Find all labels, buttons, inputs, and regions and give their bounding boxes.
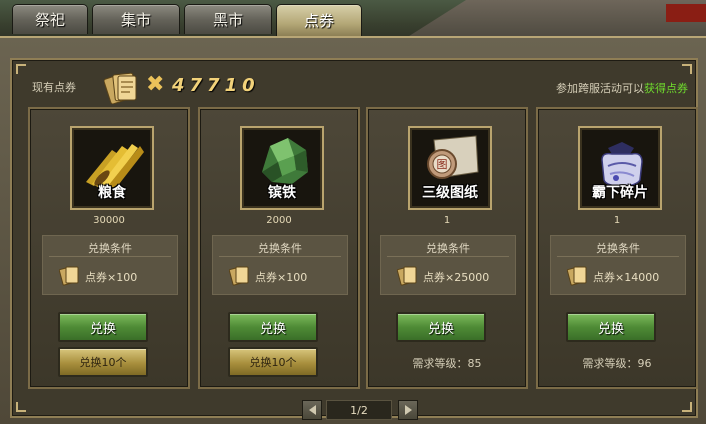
exchange-button[interactable]: 兑换 [228,312,318,342]
exchange-10-button[interactable]: 兑换10个 [228,347,318,377]
coupon-balance: 47710 [172,75,260,96]
condition-title: 兑换条件 [596,242,640,255]
frame-corner [16,402,26,412]
hint-text: 参加跨服活动可以 [556,82,644,95]
exchange-card-blueprint: 图 三级图纸 1 兑换条件 点券×25000 兑换 需求等级：85 [366,107,528,389]
page-indicator: 1/2 [326,400,392,420]
exchange-card-grain: 粮食 30000 兑换条件 点券×100 兑换 兑换10个 [28,107,190,389]
condition-title: 兑换条件 [258,242,302,255]
frame-corner [16,64,26,74]
exchange-button[interactable]: 兑换 [58,312,148,342]
fragment-bag-icon [601,142,643,187]
condition-title: 兑换条件 [426,242,470,255]
tab-bar: 祭祀 集市 黑市 点券 [12,4,362,36]
background-banner [666,4,706,22]
coupon-cost: 点券×14000 [593,271,660,284]
blueprint-scroll-icon: 图 [427,135,479,179]
level-requirement: 需求等级：96 [582,357,652,370]
item-name: 三级图纸 [422,185,478,201]
tab-coupons[interactable]: 点券 [276,4,362,36]
exchange-10-button[interactable]: 兑换10个 [58,347,148,377]
earn-coupons-hint: 参加跨服活动可以获得点券 [556,80,688,96]
background-roof [406,0,706,38]
exchange-card-iron: 镔铁 2000 兑换条件 点券×100 兑换 兑换10个 [198,107,360,389]
item-quantity: 1 [443,215,451,226]
item-name: 粮食 [98,185,126,201]
item-slot[interactable]: 霸下碎片 [578,126,662,210]
coupon-ticket-icon [59,266,79,286]
coupon-ticket-icon [229,266,249,286]
exchange-button[interactable]: 兑换 [396,312,486,342]
exchange-condition: 兑换条件 点券×100 [42,235,178,295]
item-quantity: 2000 [266,215,292,226]
divider [387,256,509,257]
item-slot[interactable]: 图 三级图纸 [408,126,492,210]
coupon-ticket-icon [567,266,587,286]
exchange-card-fragment: 霸下碎片 1 兑换条件 点券×14000 兑换 需求等级：96 [536,107,698,389]
grain-icon [86,144,144,188]
svg-text:图: 图 [437,158,448,171]
multiply-sign: ✖ [146,72,165,97]
exchange-condition: 兑换条件 点券×25000 [380,235,516,295]
tab-black-market[interactable]: 黑市 [184,4,272,34]
item-slot[interactable]: 粮食 [70,126,154,210]
item-name: 霸下碎片 [592,185,648,201]
item-quantity: 1 [613,215,621,226]
coupon-ticket-icon [104,72,137,104]
item-quantity: 30000 [93,215,125,226]
divider [219,256,341,257]
coupon-ticket-icon [397,266,417,286]
chevron-right-icon [404,405,412,415]
item-slot[interactable]: 镔铁 [240,126,324,210]
level-requirement: 需求等级：85 [412,357,482,370]
coupon-cost: 点券×100 [85,271,138,284]
divider [557,256,679,257]
divider [49,256,171,257]
earn-coupons-link[interactable]: 获得点券 [644,82,688,95]
tab-market[interactable]: 集市 [92,4,180,34]
exchange-condition: 兑换条件 点券×14000 [550,235,686,295]
iron-ore-icon [262,138,308,184]
coupon-cost: 点券×25000 [423,271,490,284]
chevron-left-icon [308,405,316,415]
item-name: 镔铁 [268,185,296,201]
frame-corner [682,402,692,412]
condition-title: 兑换条件 [88,242,132,255]
next-page-button[interactable] [398,400,418,420]
tab-sacrifice[interactable]: 祭祀 [12,4,88,34]
exchange-button[interactable]: 兑换 [566,312,656,342]
previous-page-button[interactable] [302,400,322,420]
balance-label: 现有点券 [32,81,76,94]
exchange-condition: 兑换条件 点券×100 [212,235,348,295]
coupon-cost: 点券×100 [255,271,308,284]
frame-corner [682,64,692,74]
